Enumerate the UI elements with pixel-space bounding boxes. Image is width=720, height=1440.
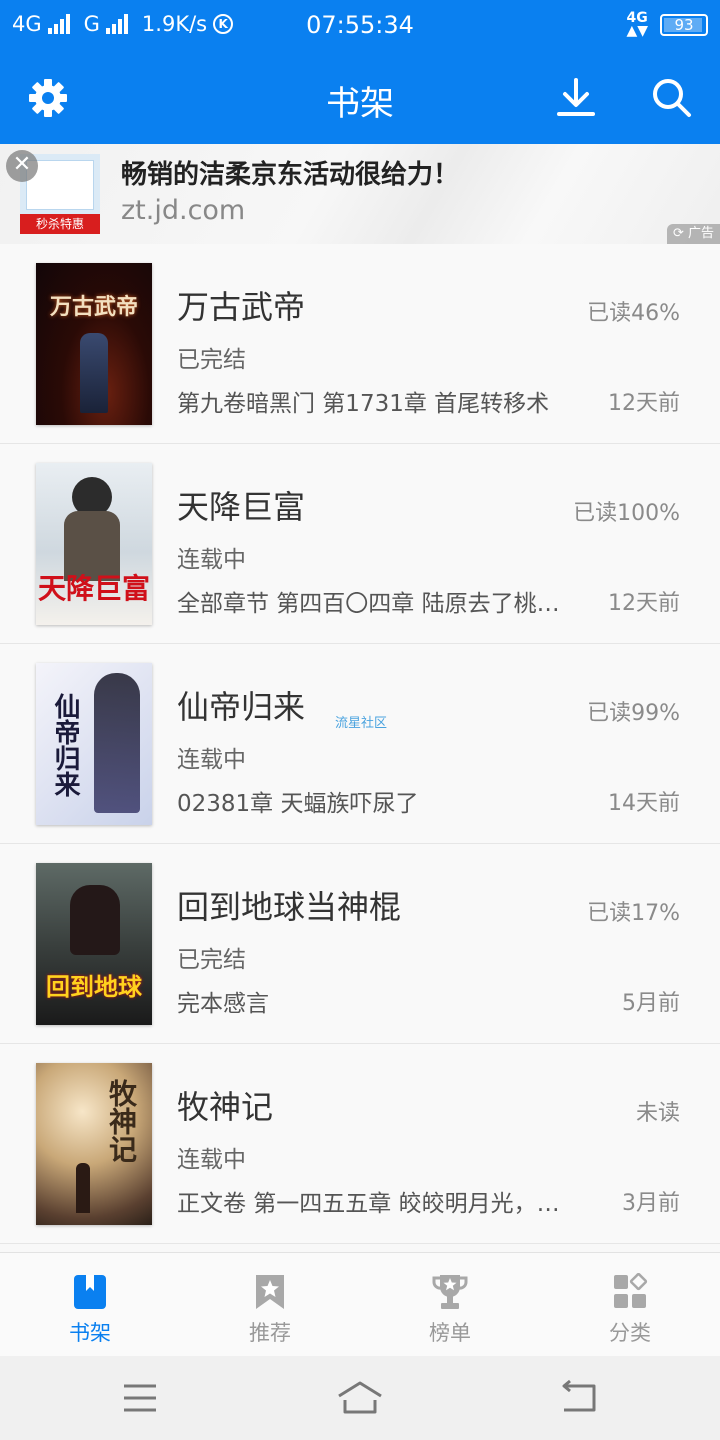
trophy-icon [432, 1275, 468, 1309]
download-icon[interactable] [554, 76, 598, 120]
ad-image-band: 秒杀特惠 [20, 214, 100, 234]
menu-icon[interactable] [118, 1378, 162, 1418]
search-icon[interactable] [650, 76, 694, 120]
watermark-text: 流星社区 [335, 716, 388, 731]
read-progress: 已读17% [587, 901, 680, 926]
book-title: 牧神记 [177, 1088, 274, 1126]
home-icon[interactable] [336, 1378, 384, 1418]
bookshelf-icon [74, 1275, 106, 1309]
status-bar: 4G G 1.9K/s K 07:55:34 4G ▲▼ 93 [0, 0, 720, 52]
update-time: 14天前 [608, 791, 680, 816]
book-cover: 仙帝归来 [36, 663, 152, 825]
page-title: 书架 [326, 84, 394, 124]
book-cover: 牧神记 [36, 1063, 152, 1225]
update-time: 3月前 [622, 1191, 680, 1216]
bookshelf-list: 万古武帝 万古武帝 已完结 第九卷暗黑门 第1731章 首尾转移术 已读46% … [0, 244, 720, 1244]
book-title: 天降巨富 [177, 488, 306, 526]
book-cover: 天降巨富 [36, 463, 152, 625]
tab-recommend[interactable]: 推荐 [180, 1253, 360, 1357]
ad-banner[interactable]: 秒杀特惠 ✕ 畅销的洁柔京东活动很给力！ zt.jd.com ⟳ 广告 [0, 144, 720, 244]
ad-url: zt.jd.com [121, 195, 246, 226]
latest-chapter: 完本感言 [177, 991, 269, 1017]
update-time: 12天前 [608, 391, 680, 416]
book-status: 已完结 [177, 347, 246, 373]
app-bar: 书架 [0, 52, 720, 144]
update-time: 5月前 [622, 991, 680, 1016]
clock: 07:55:34 [306, 11, 414, 39]
battery-icon: 93 [660, 14, 708, 36]
book-cover: 万古武帝 [36, 263, 152, 425]
bottom-tab-bar: 书架 推荐 榜单 分类 [0, 1252, 720, 1356]
read-progress: 已读46% [587, 301, 680, 326]
tab-label: 推荐 [249, 1321, 291, 1345]
read-progress: 已读100% [573, 501, 680, 526]
category-grid-icon [614, 1273, 648, 1308]
latest-chapter: 第九卷暗黑门 第1731章 首尾转移术 [177, 391, 550, 417]
update-time: 12天前 [608, 591, 680, 616]
book-cover: 回到地球 [36, 863, 152, 1025]
ad-headline[interactable]: 畅销的洁柔京东活动很给力！ [121, 154, 459, 191]
tab-label: 榜单 [429, 1321, 471, 1345]
latest-chapter: 02381章 天蝠族吓尿了 [177, 791, 419, 817]
book-status: 连载中 [177, 747, 246, 773]
close-icon[interactable]: ✕ [6, 150, 38, 182]
tab-categories[interactable]: 分类 [540, 1253, 720, 1357]
book-status: 连载中 [177, 1147, 246, 1173]
tab-rankings[interactable]: 榜单 [360, 1253, 540, 1357]
tab-label: 书架 [69, 1321, 111, 1345]
latest-chapter: 全部章节 第四百〇四章 陆原去了桃… [177, 591, 560, 617]
system-nav-bar [0, 1356, 720, 1440]
ad-label: ⟳ 广告 [666, 224, 720, 244]
status-right: 4G ▲▼ 93 [626, 10, 708, 39]
book-item[interactable]: 仙帝归来 仙帝归来 连载中 02381章 天蝠族吓尿了 已读99% 14天前 流… [0, 644, 720, 844]
latest-chapter: 正文卷 第一四五五章 皎皎明月光，… [177, 1191, 560, 1217]
book-status: 连载中 [177, 547, 246, 573]
book-item[interactable]: 回到地球 回到地球当神棍 已完结 完本感言 已读17% 5月前 [0, 844, 720, 1044]
back-icon[interactable] [556, 1378, 600, 1418]
tab-label: 分类 [609, 1321, 651, 1345]
book-title: 万古武帝 [177, 288, 306, 326]
read-progress: 未读 [635, 1101, 680, 1126]
book-status: 已完结 [177, 947, 246, 973]
book-item[interactable]: 万古武帝 万古武帝 已完结 第九卷暗黑门 第1731章 首尾转移术 已读46% … [0, 244, 720, 444]
book-title: 仙帝归来 [177, 688, 306, 726]
read-progress: 已读99% [587, 701, 680, 726]
tab-bookshelf[interactable]: 书架 [0, 1253, 180, 1357]
bookmark-star-icon [256, 1275, 284, 1309]
data-network-icon: 4G ▲▼ [626, 10, 648, 39]
book-item[interactable]: 天降巨富 天降巨富 连载中 全部章节 第四百〇四章 陆原去了桃… 已读100% … [0, 444, 720, 644]
book-item[interactable]: 牧神记 牧神记 连载中 正文卷 第一四五五章 皎皎明月光，… 未读 3月前 [0, 1044, 720, 1244]
book-title: 回到地球当神棍 [177, 888, 402, 926]
